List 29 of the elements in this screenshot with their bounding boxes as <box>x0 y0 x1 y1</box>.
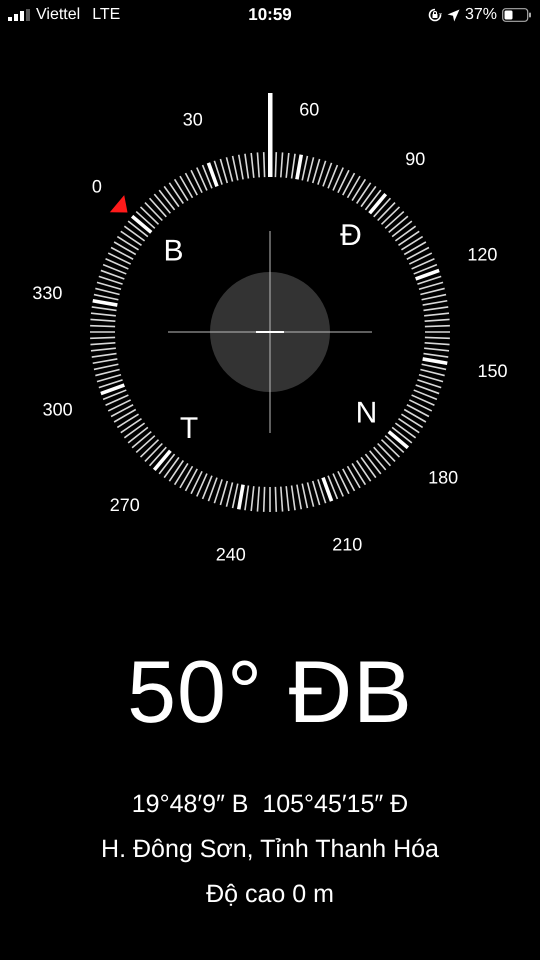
battery-percent: 37% <box>464 6 497 24</box>
altitude-text: Độ cao 0 m <box>206 879 334 910</box>
degree-label: 330 <box>32 282 62 303</box>
clock-time: 10:59 <box>248 5 292 25</box>
coordinates-text: 19°48′9″ B 105°45′15″ Đ <box>132 789 408 820</box>
degree-label: 90 <box>405 148 426 169</box>
cardinal-label: B <box>163 234 184 268</box>
degree-label: 300 <box>42 399 73 420</box>
signal-icon <box>8 9 30 21</box>
degree-label: 210 <box>332 534 362 554</box>
degree-label: 120 <box>467 244 498 265</box>
degree-label: 240 <box>216 544 246 565</box>
degree-label: 270 <box>110 495 140 516</box>
location-text: H. Đông Sơn, Tỉnh Thanh Hóa <box>101 834 439 865</box>
north-pointer <box>110 195 128 212</box>
battery-icon <box>502 8 532 22</box>
network-type: LTE <box>92 6 120 24</box>
degree-label: 0 <box>92 176 102 197</box>
degree-label: 30 <box>182 110 203 130</box>
carrier-name: Viettel <box>36 6 80 24</box>
degree-label: 150 <box>478 361 508 382</box>
cardinal-label: Đ <box>340 218 362 252</box>
cardinal-label: N <box>356 396 378 430</box>
heading-reading: 50° ĐB <box>127 642 413 742</box>
degree-label: 180 <box>428 467 458 488</box>
cardinal-label: T <box>180 412 198 446</box>
degree-label: 60 <box>299 99 320 120</box>
rotation-lock-icon <box>428 8 442 22</box>
location-arrow-icon <box>446 8 460 22</box>
